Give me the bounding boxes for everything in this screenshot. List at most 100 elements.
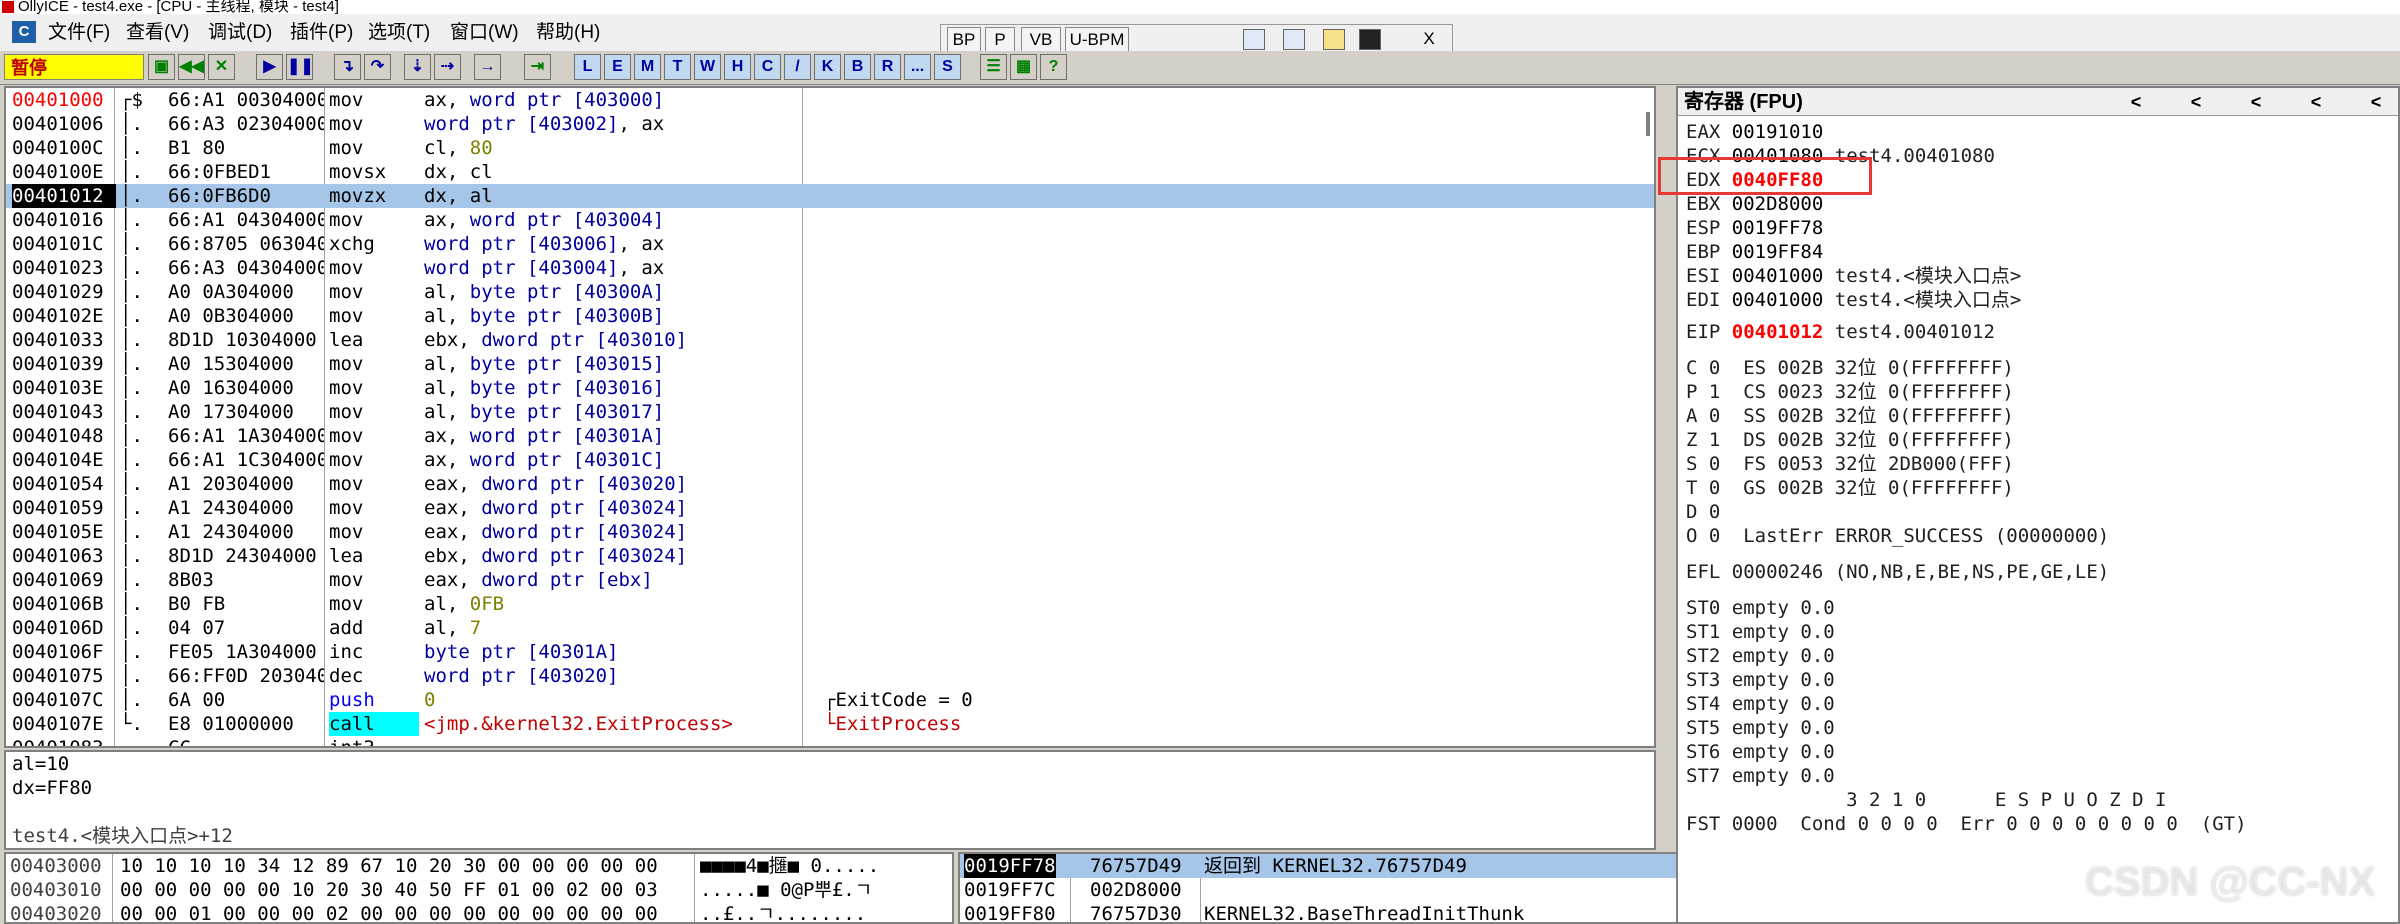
open-icon[interactable]: ▣ [148, 54, 175, 80]
disasm-row[interactable]: 00401012 │. 66:0FB6D0 movzx dx, al [6, 184, 1654, 208]
menu-view[interactable]: 查看(V) [126, 14, 189, 51]
close-file-icon[interactable]: ✕ [208, 54, 235, 80]
disasm-row[interactable]: 00401029 │. A0 0A304000 mov al, byte ptr [40… [6, 280, 1654, 304]
folder-icon[interactable] [1323, 29, 1345, 50]
help-icon[interactable]: ? [1040, 54, 1067, 80]
disasm-row[interactable]: 0040100E │. 66:0FBED1 movsx dx, cl [6, 160, 1654, 184]
disasm-row[interactable]: 00401039 │. A0 15304000 mov al, byte ptr [40… [6, 352, 1654, 376]
register-value[interactable]: 002D8000 [1732, 193, 1824, 215]
trace-over-icon[interactable]: ⇢ [434, 54, 461, 80]
disasm-row[interactable]: 0040102E │. A0 0B304000 mov al, byte ptr [40… [6, 304, 1654, 328]
execute-till-return-icon[interactable]: → [474, 54, 501, 80]
source-window-button[interactable]: S [934, 54, 961, 80]
notes-icon[interactable] [1243, 29, 1265, 50]
breakpoints-window-button[interactable]: B [844, 54, 871, 80]
prev-view-icon[interactable]: < [2186, 88, 2206, 116]
register-value[interactable]: 00401000 [1732, 289, 1824, 311]
registers-pane[interactable]: 寄存器 (FPU) < < < < < EAX 00191010 ECX 004… [1676, 86, 2400, 924]
register-esi[interactable]: ESI 00401000 test4.<模块入口点> [1686, 264, 2021, 288]
register-eip[interactable]: EIP 00401012 test4.00401012 [1686, 320, 1995, 344]
step-into-icon[interactable]: ↴ [334, 54, 361, 80]
cpu-window-button[interactable]: C [754, 54, 781, 80]
disasm-row[interactable]: 00401059 │. A1 24304000 mov eax, dword ptr [… [6, 496, 1654, 520]
scrollbar-thumb[interactable] [1646, 112, 1650, 136]
run-icon[interactable]: ▶ [256, 54, 283, 80]
disasm-row[interactable]: 00401069 │. 8B03 mov eax, dword ptr [ebx] [6, 568, 1654, 592]
disasm-row[interactable]: 0040106F │. FE05 1A304000 inc byte ptr [4030… [6, 640, 1654, 664]
restart-icon[interactable]: ◀◀ [178, 54, 205, 80]
disasm-row[interactable]: 00401048 │. 66:A1 1A304000 mov ax, word ptr … [6, 424, 1654, 448]
hex-row[interactable]: 00403020 00 00 01 00 00 00 02 00 00 00 00… [6, 902, 952, 922]
memory-window-button[interactable]: M [634, 54, 661, 80]
hex-dump-pane[interactable]: 00403000 10 10 10 10 34 12 89 67 10 20 30… [4, 852, 954, 924]
trace-into-icon[interactable]: ⇣ [404, 54, 431, 80]
register-value[interactable]: 00401012 [1732, 321, 1824, 343]
bp-button[interactable]: BP [947, 27, 981, 52]
disasm-row[interactable]: 0040107C │. 6A 00 push 0 ┌ExitCode = 0 [6, 688, 1654, 712]
disasm-row[interactable]: 00401063 │. 8D1D 24304000 lea ebx, dword ptr… [6, 544, 1654, 568]
menu-debug[interactable]: 调试(D) [208, 14, 272, 51]
disasm-row[interactable]: 0040103E │. A0 16304000 mov al, byte ptr [40… [6, 376, 1654, 400]
disasm-row[interactable]: 0040106D │. 04 07 add al, 7 [6, 616, 1654, 640]
close-button[interactable]: X [1413, 27, 1445, 52]
memo-icon[interactable] [1283, 29, 1305, 50]
handles-window-button[interactable]: H [724, 54, 751, 80]
menu-window[interactable]: 窗口(W) [450, 14, 519, 51]
prev-view-icon[interactable]: < [2366, 88, 2386, 116]
register-value[interactable]: 0019FF78 [1732, 217, 1824, 239]
ubpm-button[interactable]: U-BPM [1065, 27, 1129, 52]
registers-header[interactable]: 寄存器 (FPU) < < < < < [1678, 88, 2398, 116]
grid-icon[interactable]: ▦ [1010, 54, 1037, 80]
menu-help[interactable]: 帮助(H) [536, 14, 600, 51]
register-ebp[interactable]: EBP 0019FF84 [1686, 240, 1835, 264]
hex-row[interactable]: 00403000 10 10 10 10 34 12 89 67 10 20 30… [6, 854, 952, 878]
runtrace-window-button[interactable]: ... [904, 54, 931, 80]
disasm-row[interactable]: 0040101C │. 66:8705 06304000xchg word ptr [… [6, 232, 1654, 256]
disasm-row[interactable]: 0040105E │. A1 24304000 mov eax, dword ptr [… [6, 520, 1654, 544]
disasm-row[interactable]: 00401016 │. 66:A1 04304000 mov ax, word ptr … [6, 208, 1654, 232]
menu-plugins[interactable]: 插件(P) [290, 14, 353, 51]
prev-view-icon[interactable]: < [2306, 88, 2326, 116]
log-window-button[interactable]: L [574, 54, 601, 80]
register-value[interactable]: 00191010 [1732, 121, 1824, 143]
vb-button[interactable]: VB [1021, 27, 1061, 52]
disasm-row[interactable]: 00401006 │. 66:A3 02304000 mov word ptr [403… [6, 112, 1654, 136]
register-value[interactable]: 0019FF84 [1732, 241, 1824, 263]
console-icon[interactable] [1359, 29, 1381, 50]
p-button[interactable]: P [985, 27, 1015, 52]
disasm-row[interactable]: 0040107E └. E8 01000000 call <jmp.&kernel32.… [6, 712, 1654, 736]
disasm-row[interactable]: 00401023 │. 66:A3 04304000 mov word ptr [403… [6, 256, 1654, 280]
disasm-row[interactable]: 00401033 │. 8D1D 10304000 lea ebx, dword ptr… [6, 328, 1654, 352]
prev-view-icon[interactable]: < [2246, 88, 2266, 116]
register-esp[interactable]: ESP 0019FF78 [1686, 216, 1835, 240]
references-window-button[interactable]: R [874, 54, 901, 80]
register-value[interactable]: 00401000 [1732, 265, 1824, 287]
disasm-row[interactable]: 00401083 CC int3 [6, 736, 1654, 746]
menu-file[interactable]: 文件(F) [48, 14, 110, 51]
goto-icon[interactable]: ⇥ [524, 54, 551, 80]
disassembly-pane[interactable]: 00401000 ┌$ 66:A1 00304000 mov ax, word ptr … [4, 86, 1656, 748]
modules-window-button[interactable]: E [604, 54, 631, 80]
prev-view-icon[interactable]: < [2126, 88, 2146, 116]
register-ebx[interactable]: EBX 002D8000 [1686, 192, 1835, 216]
disasm-row[interactable]: 00401054 │. A1 20304000 mov eax, dword ptr [… [6, 472, 1654, 496]
disasm-row[interactable]: 0040100C │. B1 80 mov cl, 80 [6, 136, 1654, 160]
step-over-icon[interactable]: ↷ [364, 54, 391, 80]
threads-window-button[interactable]: T [664, 54, 691, 80]
register-eax[interactable]: EAX 00191010 [1686, 120, 1835, 144]
disasm-row[interactable]: 00401075 │. 66:FF0D 20304000dec word ptr [4… [6, 664, 1654, 688]
disasm-row[interactable]: 0040104E │. 66:A1 1C304000 mov ax, word ptr … [6, 448, 1654, 472]
disasm-row[interactable]: 00401000 ┌$ 66:A1 00304000 mov ax, word ptr … [6, 88, 1654, 112]
register-edi[interactable]: EDI 00401000 test4.<模块入口点> [1686, 288, 2021, 312]
disasm-row[interactable]: 00401043 │. A0 17304000 mov al, byte ptr [40… [6, 400, 1654, 424]
instruction-address: 0040107C [12, 689, 104, 711]
hex-row[interactable]: 00403010 00 00 00 00 00 10 20 30 40 50 FF… [6, 878, 952, 902]
disasm-row[interactable]: 0040106B │. B0 FB mov al, 0FB [6, 592, 1654, 616]
pause-icon[interactable]: ❚❚ [286, 54, 314, 80]
windows-window-button[interactable]: W [694, 54, 721, 80]
app-menu-icon[interactable]: C [12, 21, 36, 43]
patches-window-button[interactable]: / [784, 54, 811, 80]
list-icon[interactable]: ☰ [980, 54, 1007, 80]
callstack-window-button[interactable]: K [814, 54, 841, 80]
menu-options[interactable]: 选项(T) [368, 14, 430, 51]
